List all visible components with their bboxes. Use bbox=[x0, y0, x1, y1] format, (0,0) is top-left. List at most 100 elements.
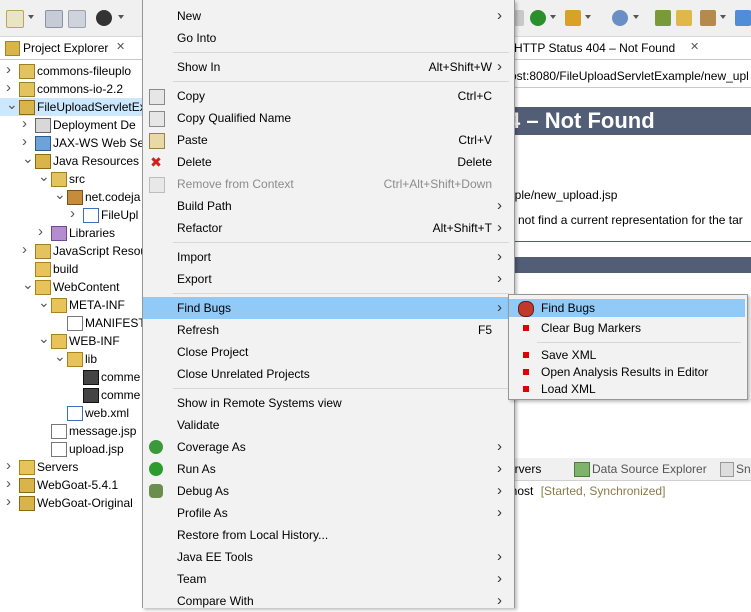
menu-item-build-path[interactable]: Build Path › bbox=[143, 195, 512, 217]
menu-item-show-in[interactable]: Show In Alt+Shift+W › bbox=[143, 56, 512, 78]
tree-item[interactable]: ⌄ FileUploadServletEx bbox=[0, 97, 146, 116]
menu-item-copy-qualified-name[interactable]: Copy Qualified Name bbox=[143, 107, 512, 129]
chevron-down-icon[interactable] bbox=[633, 15, 639, 19]
server-row[interactable]: lhost [Started, Synchronized] bbox=[508, 484, 751, 502]
tree-item[interactable]: › WebGoat-5.4.1 bbox=[0, 476, 142, 494]
submenu-item-find-bugs[interactable]: Find Bugs bbox=[509, 299, 745, 317]
new-class-icon[interactable] bbox=[612, 10, 628, 26]
submenu-item-load-xml[interactable]: Load XML bbox=[509, 380, 745, 398]
open-folder-icon[interactable] bbox=[676, 10, 692, 26]
toolbar-overflow-icon[interactable] bbox=[514, 10, 524, 26]
tree-item[interactable]: comme bbox=[0, 368, 142, 386]
chevron-down-icon[interactable] bbox=[585, 15, 591, 19]
menu-item-import[interactable]: Import › bbox=[143, 246, 512, 268]
menu-item-show-in-remote-systems-view[interactable]: Show in Remote Systems view bbox=[143, 392, 512, 414]
menu-item-label: Compare With bbox=[177, 594, 254, 608]
menu-item-debug-as[interactable]: Debug As › bbox=[143, 480, 512, 502]
menu-item-remove-from-context[interactable]: Remove from Context Ctrl+Alt+Shift+Down bbox=[143, 173, 512, 195]
tab-http-status[interactable]: HTTP Status 404 – Not Found bbox=[514, 41, 675, 55]
chevron-down-icon[interactable]: ⌄ bbox=[22, 151, 34, 170]
chevron-down-icon[interactable] bbox=[118, 15, 124, 19]
menu-item-go-into[interactable]: Go Into bbox=[143, 27, 512, 49]
url-field[interactable]: ost:8080/FileUploadServletExample/new_up… bbox=[508, 65, 751, 88]
tree-item[interactable]: ⌄ net.codeja bbox=[0, 187, 142, 206]
menu-item-close-project[interactable]: Close Project bbox=[143, 341, 512, 363]
run-external-icon[interactable] bbox=[530, 10, 546, 26]
new-wizard-icon[interactable] bbox=[6, 10, 24, 28]
menu-item-paste[interactable]: Paste Ctrl+V bbox=[143, 129, 512, 151]
submenu-item-clear-bug-markers[interactable]: Clear Bug Markers bbox=[509, 319, 745, 337]
menu-item-label: Copy Qualified Name bbox=[177, 111, 292, 125]
menu-item-close-unrelated-projects[interactable]: Close Unrelated Projects bbox=[143, 363, 512, 385]
tree-item[interactable]: › Servers bbox=[0, 458, 142, 476]
open-type-icon[interactable] bbox=[655, 10, 671, 26]
chevron-right-icon[interactable]: › bbox=[22, 116, 32, 134]
tab-data-source-explorer[interactable]: Data Source Explorer bbox=[592, 462, 707, 476]
menu-item-run-as[interactable]: Run As › bbox=[143, 458, 512, 480]
chevron-right-icon[interactable]: › bbox=[6, 62, 16, 80]
package-icon[interactable] bbox=[565, 10, 581, 26]
tree-item[interactable]: MANIFEST bbox=[0, 314, 146, 332]
menu-item-compare-with[interactable]: Compare With › bbox=[143, 590, 512, 612]
submenu-item-open-analysis-results-in-editor[interactable]: Open Analysis Results in Editor bbox=[509, 363, 745, 381]
tree-item[interactable]: › commons-fileuplo bbox=[0, 62, 142, 80]
close-icon[interactable]: ✕ bbox=[116, 40, 125, 53]
build-icon[interactable] bbox=[700, 10, 716, 26]
chevron-down-icon[interactable]: ⌄ bbox=[38, 169, 50, 188]
chevron-right-icon[interactable]: › bbox=[6, 476, 16, 494]
chevron-right-icon[interactable]: › bbox=[6, 494, 16, 512]
chevron-right-icon[interactable]: › bbox=[70, 206, 80, 224]
tree-item[interactable]: upload.jsp bbox=[0, 440, 142, 458]
tree-item[interactable]: ⌄ Java Resources bbox=[0, 151, 142, 170]
chevron-down-icon[interactable] bbox=[550, 15, 556, 19]
tree-item[interactable]: › Libraries bbox=[0, 224, 142, 242]
chevron-down-icon[interactable]: ⌄ bbox=[38, 331, 50, 350]
search-icon[interactable] bbox=[735, 10, 751, 26]
chevron-down-icon[interactable]: ⌄ bbox=[22, 277, 34, 296]
menu-item-team[interactable]: Team › bbox=[143, 568, 512, 590]
tree-item[interactable]: › commons-io-2.2 bbox=[0, 80, 142, 98]
save-icon[interactable] bbox=[45, 10, 63, 28]
tab-project-explorer[interactable]: Project Explorer ✕ bbox=[0, 37, 142, 60]
tree-item[interactable]: message.jsp bbox=[0, 422, 142, 440]
chevron-down-icon[interactable] bbox=[28, 15, 34, 19]
menu-item-find-bugs[interactable]: Find Bugs › bbox=[143, 297, 512, 319]
chevron-down-icon[interactable]: ⌄ bbox=[54, 349, 66, 368]
menu-item-refactor[interactable]: Refactor Alt+Shift+T › bbox=[143, 217, 512, 239]
chevron-down-icon[interactable] bbox=[720, 15, 726, 19]
menu-item-refresh[interactable]: Refresh F5 bbox=[143, 319, 512, 341]
close-icon[interactable]: ✕ bbox=[690, 40, 699, 53]
menu-item-validate[interactable]: Validate bbox=[143, 414, 512, 436]
tree-item[interactable]: web.xml bbox=[0, 404, 142, 422]
tree-item[interactable]: ⌄ lib bbox=[0, 349, 142, 368]
tree-item-label: WEB-INF bbox=[69, 334, 120, 348]
chevron-down-icon[interactable]: ⌄ bbox=[6, 97, 18, 116]
menu-item-new[interactable]: New › bbox=[143, 5, 512, 27]
tree-item[interactable]: ⌄ WEB-INF bbox=[0, 331, 142, 350]
chevron-right-icon[interactable]: › bbox=[6, 458, 16, 476]
tree-item[interactable]: › JavaScript Resou bbox=[0, 242, 147, 260]
tree-item[interactable]: › FileUpl bbox=[0, 206, 142, 224]
menu-item-export[interactable]: Export › bbox=[143, 268, 512, 290]
menu-item-profile-as[interactable]: Profile As › bbox=[143, 502, 512, 524]
profile-icon[interactable] bbox=[96, 10, 112, 26]
tree-item[interactable]: › WebGoat-Original bbox=[0, 494, 142, 512]
chevron-right-icon[interactable]: › bbox=[38, 224, 48, 242]
menu-item-coverage-as[interactable]: Coverage As › bbox=[143, 436, 512, 458]
tree-item-label: WebContent bbox=[53, 280, 120, 294]
tab-snippets[interactable]: Sni bbox=[736, 462, 751, 476]
tree-item[interactable]: ⌄ src bbox=[0, 169, 142, 188]
chevron-down-icon[interactable]: ⌄ bbox=[38, 295, 50, 314]
chevron-right-icon[interactable]: › bbox=[22, 242, 32, 260]
save-all-icon[interactable] bbox=[68, 10, 86, 28]
tree-item[interactable]: ⌄ META-INF bbox=[0, 295, 142, 314]
tree-item[interactable]: › Deployment De bbox=[0, 116, 142, 134]
menu-item-java-ee-tools[interactable]: Java EE Tools › bbox=[143, 546, 512, 568]
submenu-item-save-xml[interactable]: Save XML bbox=[509, 346, 745, 364]
chevron-down-icon[interactable]: ⌄ bbox=[54, 187, 66, 206]
tree-item[interactable]: ⌄ WebContent bbox=[0, 277, 142, 296]
menu-item-restore-from-local-history[interactable]: Restore from Local History... bbox=[143, 524, 512, 546]
menu-item-delete[interactable]: ✖ Delete Delete bbox=[143, 151, 512, 173]
tree-item[interactable]: comme bbox=[0, 386, 142, 404]
menu-item-copy[interactable]: Copy Ctrl+C bbox=[143, 85, 512, 107]
